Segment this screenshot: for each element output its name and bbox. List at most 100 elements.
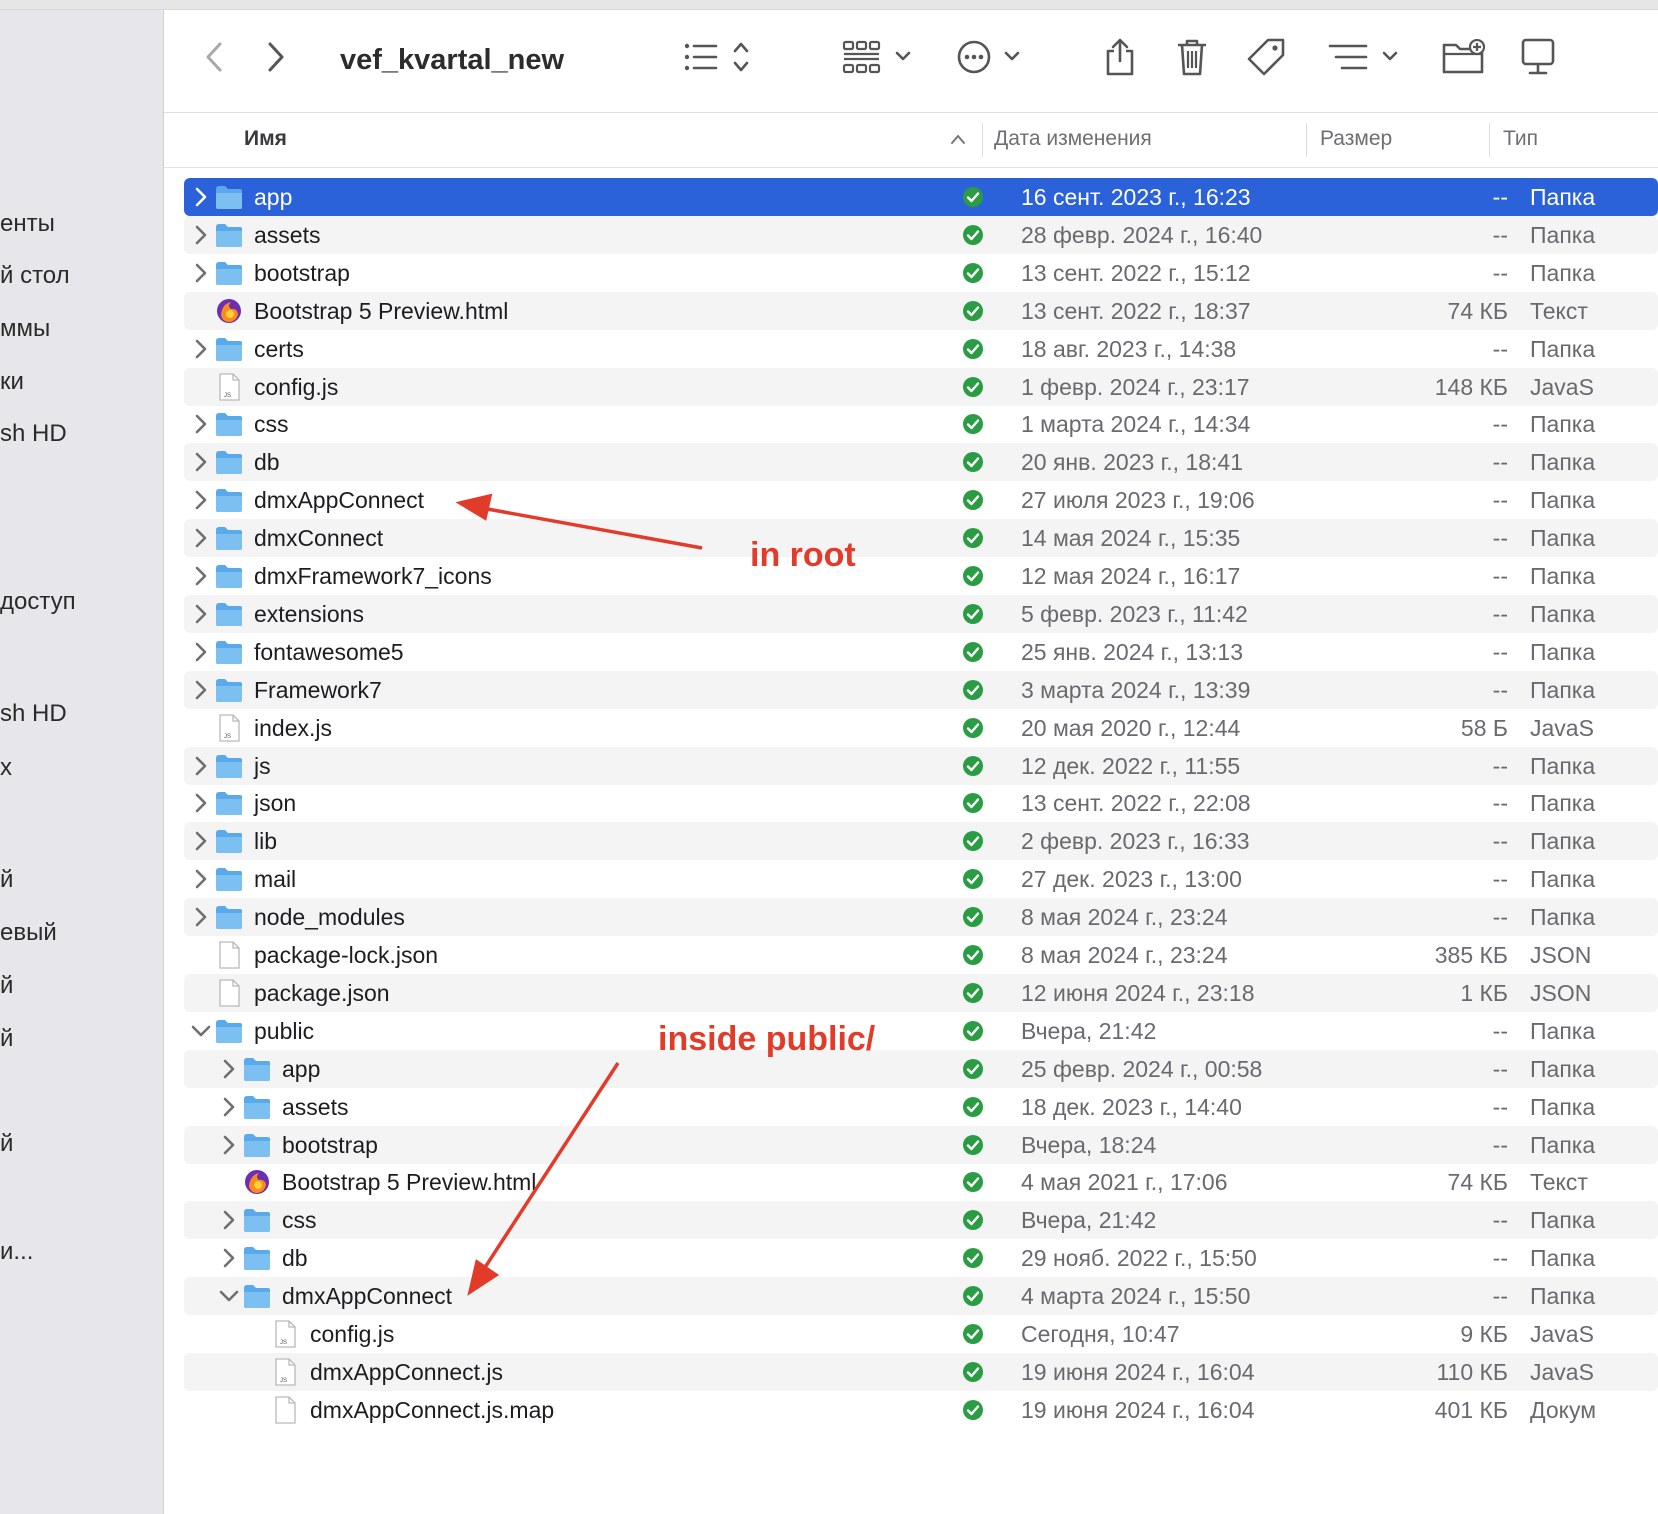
expand-toggle[interactable] [188,753,214,779]
collapse-toggle[interactable] [216,1283,242,1309]
column-name[interactable]: Имя [244,127,287,151]
expand-toggle[interactable] [188,411,214,437]
folder-row[interactable]: dmxFramework7_icons 12 мая 2024 г., 16:17… [184,557,1658,595]
folder-row[interactable]: dmxAppConnect 4 марта 2024 г., 15:50 -- Пап… [184,1277,1658,1316]
column-size[interactable]: Размер [1320,127,1392,151]
chevron-right-icon [223,1248,235,1268]
sidebar-item[interactable]: ммы [0,315,50,343]
back-button[interactable] [194,32,234,82]
expand-toggle[interactable] [216,1132,242,1158]
new-folder-button[interactable] [1440,32,1488,82]
js-file-icon-graphic: JS [219,713,240,742]
file-name: css [282,1207,317,1234]
folder-row[interactable]: css 1 марта 2024 г., 14:34 -- Папка [184,405,1658,443]
file-row[interactable]: JS config.js Сегодня, 10:47 9 КБ JavaS [184,1315,1658,1353]
file-row[interactable]: Bootstrap 5 Preview.html 4 мая 2021 г., 1… [184,1163,1658,1201]
sidebar-item[interactable]: доступ [0,588,76,616]
sidebar-item[interactable]: енты [0,210,55,238]
sidebar-item[interactable]: й [0,866,13,894]
sidebar-item[interactable]: х [0,754,12,782]
tag-button[interactable] [1244,32,1288,82]
js-file-icon: JS [214,713,244,743]
file-row[interactable]: dmxAppConnect.js.map 19 июня 2024 г., 16:… [184,1391,1658,1429]
delete-button[interactable] [1172,32,1212,82]
chevron-right-icon [195,642,207,662]
folder-row[interactable]: Framework7 3 марта 2024 г., 13:39 -- Папка [184,670,1658,709]
collapse-toggle[interactable] [188,1018,214,1044]
sidebar-item[interactable]: sh HD [0,420,67,448]
checkmark-circle-icon [963,566,983,586]
file-row[interactable]: JS dmxAppConnect.js 19 июня 2024 г., 16:04… [184,1352,1658,1391]
folder-row[interactable]: public Вчера, 21:42 -- Папка [184,1012,1658,1050]
folder-row[interactable]: db 20 янв. 2023 г., 18:41 -- Папка [184,443,1658,482]
checkmark-circle-icon [963,793,983,814]
expand-toggle[interactable] [216,1056,242,1082]
folder-row[interactable]: bootstrap Вчера, 18:24 -- Папка [184,1125,1658,1164]
expand-toggle[interactable] [188,601,214,627]
folder-row[interactable]: dmxConnect 14 мая 2024 г., 15:35 -- Папка [184,519,1658,558]
share-button[interactable] [1100,32,1140,82]
expand-toggle[interactable] [188,639,214,665]
file-type: Папка [1530,752,1596,779]
expand-toggle[interactable] [216,1094,242,1120]
folder-row[interactable]: db 29 нояб. 2022 г., 15:50 -- Папка [184,1239,1658,1277]
firefox-file-icon-graphic [245,1170,269,1195]
desktop-button[interactable] [1518,32,1558,82]
column-date[interactable]: Дата изменения [994,127,1152,151]
expand-toggle[interactable] [188,260,214,286]
group-button[interactable] [840,32,916,82]
sidebar-item[interactable]: й [0,972,13,1000]
column-type[interactable]: Тип [1503,127,1538,151]
expand-toggle[interactable] [216,1245,242,1271]
sidebar-item[interactable]: sh HD [0,700,67,728]
folder-row[interactable]: assets 28 февр. 2024 г., 16:40 -- Папка [184,215,1658,254]
expand-toggle[interactable] [188,828,214,854]
folder-row[interactable]: certs 18 авг. 2023 г., 14:38 -- Папка [184,330,1658,368]
folder-row[interactable]: css Вчера, 21:42 -- Папка [184,1201,1658,1240]
folder-row[interactable]: bootstrap 13 сент. 2022 г., 15:12 -- Папка [184,254,1658,292]
folder-row[interactable]: lib 2 февр. 2023 г., 16:33 -- Папка [184,822,1658,861]
sort-button[interactable] [1324,32,1404,82]
expand-toggle[interactable] [188,222,214,248]
folder-row[interactable]: fontawesome5 25 янв. 2024 г., 13:13 -- Папк… [184,633,1658,671]
expand-toggle[interactable] [188,525,214,551]
expand-toggle[interactable] [188,790,214,816]
folder-row[interactable]: extensions 5 февр. 2023 г., 11:42 -- Папка [184,594,1658,633]
view-mode-button[interactable] [680,32,760,82]
folder-row[interactable]: assets 18 дек. 2023 г., 14:40 -- Папка [184,1088,1658,1126]
expand-toggle[interactable] [188,563,214,589]
checkmark-circle-icon [963,755,983,776]
folder-row[interactable]: json 13 сент. 2022 г., 22:08 -- Папка [184,784,1658,822]
sidebar-item[interactable]: ки [0,368,24,396]
sidebar-item[interactable]: й [0,1025,13,1053]
file-row[interactable]: JS config.js 1 февр. 2024 г., 23:17 148 КБ J… [184,367,1658,406]
expand-toggle[interactable] [188,336,214,362]
expand-toggle[interactable] [188,449,214,475]
folder-row[interactable]: js 12 дек. 2022 г., 11:55 -- Папка [184,746,1658,785]
folder-row[interactable]: dmxAppConnect 27 июля 2023 г., 19:06 -- Пап… [184,481,1658,519]
file-type: Папка [1530,1207,1596,1234]
folder-row[interactable]: mail 27 дек. 2023 г., 13:00 -- Папка [184,860,1658,898]
file-row[interactable]: package.json 12 июня 2024 г., 23:18 1 КБ JS… [184,973,1658,1012]
sidebar-item[interactable]: евый [0,919,57,947]
folder-row[interactable]: app 25 февр. 2024 г., 00:58 -- Папка [184,1049,1658,1088]
folder-row[interactable]: node_modules 8 мая 2024 г., 23:24 -- Папка [184,898,1658,937]
folder-icon-graphic [216,792,242,816]
expand-toggle[interactable] [188,866,214,892]
expand-toggle[interactable] [188,184,214,210]
file-name: bootstrap [282,1131,378,1158]
folder-row[interactable]: app 16 сент. 2023 г., 16:23 -- Папка [184,178,1658,216]
expand-toggle[interactable] [188,677,214,703]
sidebar-item[interactable]: й стол [0,262,70,290]
file-row[interactable]: Bootstrap 5 Preview.html 13 сент. 2022 г.… [184,291,1658,330]
sidebar-item[interactable]: й [0,1130,13,1158]
file-date: 18 дек. 2023 г., 14:40 [1021,1093,1242,1120]
file-row[interactable]: JS index.js 20 мая 2020 г., 12:44 58 Б JavaS [184,709,1658,747]
forward-button[interactable] [256,32,296,82]
expand-toggle[interactable] [188,487,214,513]
sidebar-item[interactable]: и... [0,1238,33,1266]
action-button[interactable] [954,32,1030,82]
file-row[interactable]: package-lock.json 8 мая 2024 г., 23:24 385… [184,936,1658,974]
expand-toggle[interactable] [216,1207,242,1233]
expand-toggle[interactable] [188,904,214,930]
